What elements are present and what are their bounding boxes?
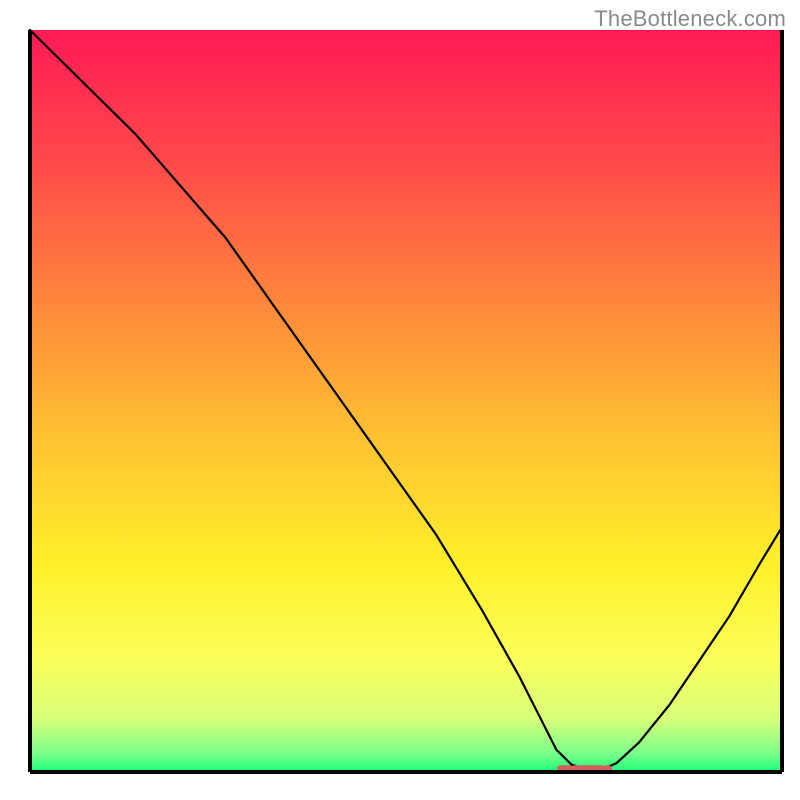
watermark-text: TheBottleneck.com bbox=[594, 6, 786, 32]
chart-container: TheBottleneck.com bbox=[0, 0, 800, 800]
bottleneck-chart bbox=[0, 0, 800, 800]
